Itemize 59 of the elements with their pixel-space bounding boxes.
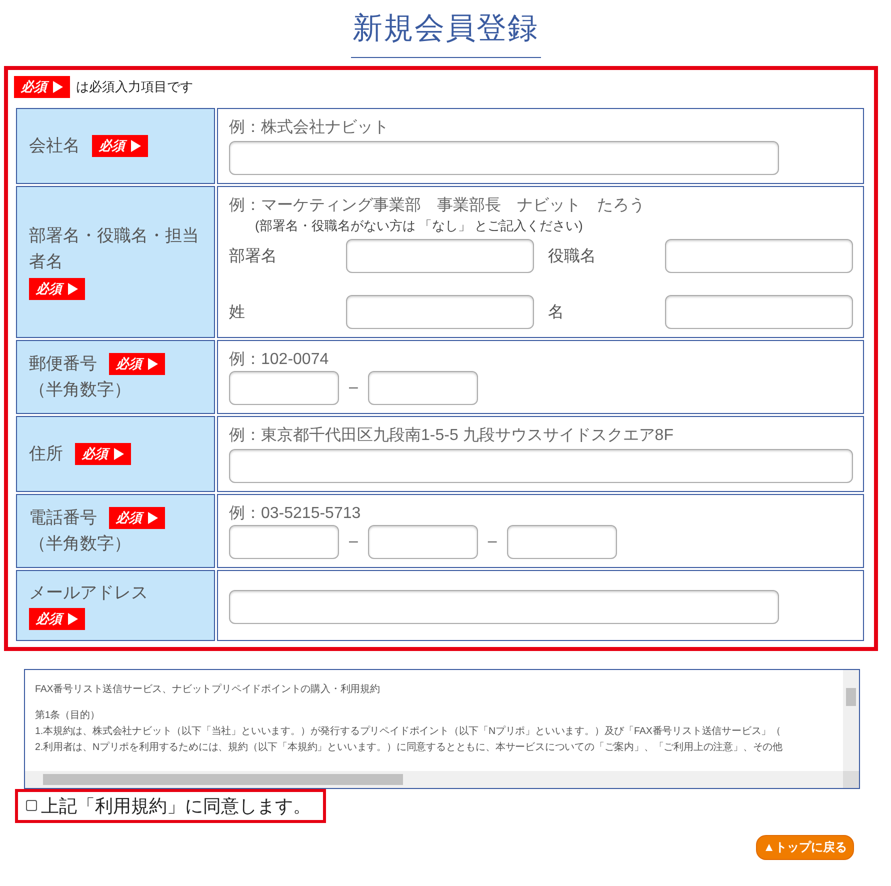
required-badge: 必須	[29, 278, 85, 300]
required-badge: 必須	[29, 608, 85, 630]
example-hint: 例：102-0074	[229, 350, 330, 370]
vertical-scrollbar[interactable]	[843, 670, 859, 771]
terms-text: 2.利用者は、Nプリポを利用するためには、規約（以下「本規約」といいます。）に同意するとともに、本サービスについての「ご案内」、「ご利用上の注意」、その他	[35, 740, 784, 755]
legend-text: は必須入力項目です	[76, 78, 193, 96]
horizontal-scrollbar[interactable]	[25, 770, 843, 788]
input-label: 部署名	[229, 246, 278, 266]
input-label: 役職名	[548, 246, 597, 266]
required-badge: 必須	[92, 135, 148, 158]
required-badge: 必須	[109, 507, 165, 530]
text-input[interactable]	[506, 525, 617, 559]
required-badge: 必須	[75, 443, 131, 466]
required-badge: 必須	[14, 76, 70, 98]
example-hint: 例：株式会社ナビット	[229, 118, 390, 138]
terms-text: 1.本規約は、株式会社ナビット（以下「当社」といいます。）が発行するプリペイドポイント（以下「Nプリポ」といいます。）及び「FAX番号リスト送信サービス」（	[35, 724, 782, 739]
terms-title: FAX番号リスト送信サービス、ナビットプリペイドポイントの購入・利用規約	[35, 682, 381, 697]
text-input[interactable]	[665, 239, 853, 273]
example-hint: 例：マーケティング事業部 事業部長 ナビット たろう	[229, 196, 646, 216]
page-title: 新規会員登録	[350, 8, 540, 58]
triangle-icon	[131, 140, 141, 152]
field-label: 郵便番号	[29, 353, 97, 376]
field-label: 会社名	[29, 135, 80, 158]
back-to-top-button[interactable]: ▲トップに戻る	[756, 834, 854, 860]
required-badge: 必須	[109, 353, 165, 376]
text-input[interactable]	[346, 239, 534, 273]
text-input[interactable]	[229, 141, 779, 175]
text-input[interactable]	[229, 449, 853, 483]
field-label: 電話番号	[29, 507, 97, 530]
triangle-icon	[53, 81, 63, 93]
text-input[interactable]	[665, 295, 853, 329]
note-text: (部署名・役職名がない方は 「なし」 とご記入ください)	[255, 217, 584, 235]
dash-separator: –	[348, 379, 359, 397]
input-label: 姓	[229, 302, 246, 322]
triangle-icon	[148, 512, 158, 524]
dash-separator: –	[486, 533, 498, 551]
triangle-icon	[68, 613, 78, 626]
text-input[interactable]	[229, 525, 339, 559]
dash-separator: –	[348, 533, 359, 551]
checkbox-label: 上記「利用規約」に同意します。	[41, 794, 311, 818]
text-input[interactable]	[346, 295, 534, 329]
input-label: 名	[548, 302, 565, 322]
example-hint: 例：東京都千代田区九段南1-5-5 九段サウスサイドスクエア8F	[229, 426, 674, 446]
terms-text: 第1条（目的）	[35, 708, 101, 723]
triangle-icon	[114, 448, 124, 460]
field-label: 部署名・役職名・担当者名	[29, 225, 200, 273]
text-input[interactable]	[368, 371, 478, 405]
field-sublabel: （半角数字）	[29, 379, 132, 402]
field-label: 住所	[29, 443, 63, 466]
example-hint: 例：03-5215-5713	[229, 504, 362, 524]
field-sublabel: （半角数字）	[29, 533, 132, 556]
text-input[interactable]	[368, 525, 478, 559]
text-input[interactable]	[229, 371, 339, 405]
triangle-icon	[148, 358, 158, 370]
checkbox[interactable]	[26, 800, 37, 812]
triangle-icon	[68, 282, 78, 295]
scrollbar-corner	[843, 770, 859, 788]
text-input[interactable]	[229, 590, 779, 624]
field-label: メールアドレス	[29, 582, 148, 604]
